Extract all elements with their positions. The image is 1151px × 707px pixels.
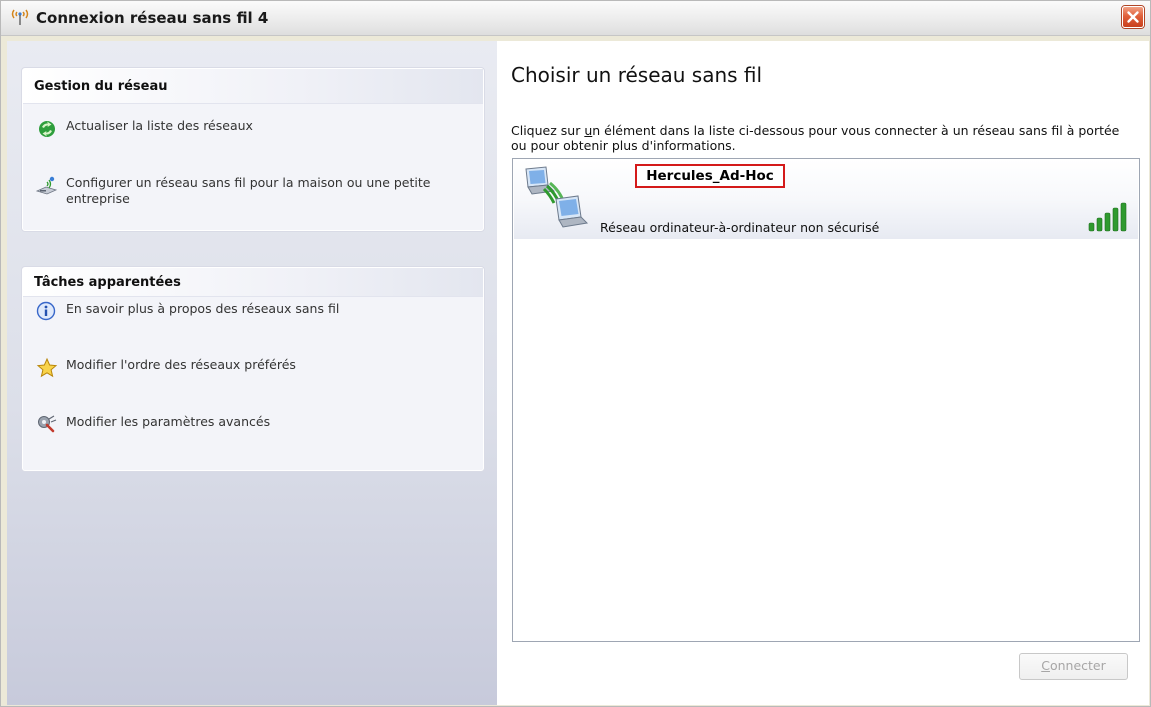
signal-strength-icon xyxy=(1088,202,1127,232)
instructions-text: Cliquez sur un élément dans la liste ci-… xyxy=(511,123,1120,153)
window-title: Connexion réseau sans fil 4 xyxy=(36,9,269,27)
related-tasks-header[interactable]: Tâches apparentées xyxy=(23,268,483,297)
wireless-antenna-icon xyxy=(11,9,29,25)
change-advanced-settings-label: Modifier les paramètres avancés xyxy=(66,414,271,429)
settings-icon xyxy=(38,415,57,433)
signal-bar xyxy=(1096,217,1103,232)
star-icon xyxy=(36,357,58,378)
network-type: Réseau ordinateur-à-ordinateur non sécur… xyxy=(600,220,880,235)
wireless-setup-icon xyxy=(36,176,58,195)
network-list[interactable]: Hercules_Ad-Hoc Réseau ordinateur-à-ordi… xyxy=(512,158,1140,642)
related-tasks-title: Tâches apparentées xyxy=(34,275,181,290)
signal-bar xyxy=(1088,222,1095,232)
setup-wireless-network-label: Configurer un réseau sans fil pour la ma… xyxy=(66,175,431,206)
signal-bar xyxy=(1120,202,1127,232)
refresh-network-list-label: Actualiser la liste des réseaux xyxy=(66,118,253,133)
page-title: Choisir un réseau sans fil xyxy=(511,63,763,87)
close-button[interactable] xyxy=(1122,6,1144,28)
info-icon xyxy=(36,301,56,321)
main-pane: Choisir un réseau sans fil Cliquez sur u… xyxy=(497,41,1149,705)
related-tasks-panel: Tâches apparentées En savoir plus à prop… xyxy=(22,267,484,471)
task-pane: Gestion du réseau Actualiser la liste de… xyxy=(7,41,497,705)
network-tasks-title: Gestion du réseau xyxy=(34,79,168,94)
signal-bar xyxy=(1112,207,1119,232)
change-preferred-order-label: Modifier l'ordre des réseaux préférés xyxy=(66,357,296,372)
network-ssid: Hercules_Ad-Hoc xyxy=(635,164,785,188)
network-tasks-header[interactable]: Gestion du réseau xyxy=(23,69,483,104)
ad-hoc-network-icon xyxy=(525,166,589,228)
signal-bar xyxy=(1104,212,1111,232)
title-bar[interactable]: Connexion réseau sans fil 4 xyxy=(1,1,1150,36)
learn-about-wireless-label: En savoir plus à propos des réseaux sans… xyxy=(66,301,340,316)
network-tasks-panel: Gestion du réseau Actualiser la liste de… xyxy=(22,68,484,231)
close-icon xyxy=(1127,11,1139,23)
connect-button[interactable]: Connecter xyxy=(1019,653,1128,680)
refresh-icon xyxy=(39,121,55,137)
window: Connexion réseau sans fil 4 Gestion du r… xyxy=(0,0,1151,707)
network-list-item[interactable]: Hercules_Ad-Hoc Réseau ordinateur-à-ordi… xyxy=(514,160,1138,239)
